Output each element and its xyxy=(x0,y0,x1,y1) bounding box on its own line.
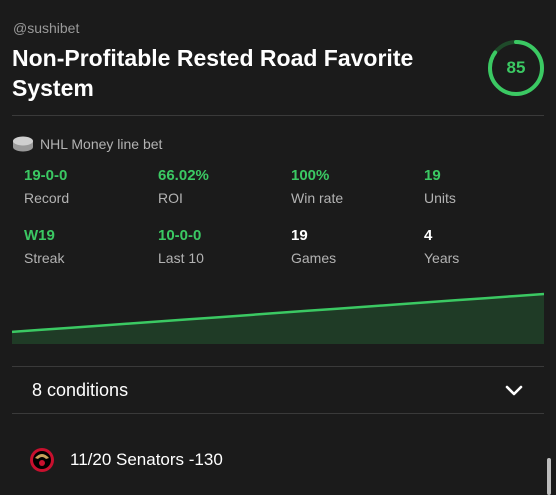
chevron-down-icon[interactable] xyxy=(502,378,526,402)
stat-years: 4 Years xyxy=(424,227,459,267)
stat-label: Units xyxy=(424,190,456,206)
score-badge: 85 xyxy=(486,38,546,98)
score-value: 85 xyxy=(506,58,526,77)
stat-record: 19-0-0 Record xyxy=(24,167,69,207)
bet-type-label: NHL Money line bet xyxy=(40,136,163,152)
stat-label: Record xyxy=(24,190,70,206)
stat-value: 19 xyxy=(424,167,441,184)
conditions-label: 8 conditions xyxy=(32,379,129,400)
stat-units: 19 Units xyxy=(424,167,456,207)
stat-label: Streak xyxy=(24,250,65,266)
stat-label: ROI xyxy=(158,190,183,206)
bet-type: NHL Money line bet xyxy=(12,133,162,155)
stat-label: Games xyxy=(291,250,337,266)
stat-last-10: 10-0-0 Last 10 xyxy=(158,227,204,267)
scrollbar[interactable] xyxy=(547,458,551,495)
stat-value: W19 xyxy=(24,227,55,244)
profit-chart xyxy=(12,292,544,344)
game-text: 11/20 Senators -130 xyxy=(70,450,223,469)
stat-value: 100% xyxy=(291,167,330,184)
stat-value: 19 xyxy=(291,227,308,244)
stat-label: Win rate xyxy=(291,190,344,206)
stat-value: 10-0-0 xyxy=(158,227,202,244)
stat-streak: W19 Streak xyxy=(24,227,64,267)
stat-label: Last 10 xyxy=(158,250,204,266)
stat-value: 4 xyxy=(424,227,433,244)
header-divider xyxy=(12,115,544,116)
author-handle[interactable]: @sushibet xyxy=(13,20,79,36)
stat-value: 66.02% xyxy=(158,167,209,184)
stat-games: 19 Games xyxy=(291,227,336,267)
stat-roi: 66.02% ROI xyxy=(158,167,209,207)
stat-label: Years xyxy=(424,250,460,266)
conditions-toggle[interactable]: 8 conditions xyxy=(12,366,544,414)
conditions-bottom-divider xyxy=(12,413,544,414)
chart-area xyxy=(12,294,544,344)
senators-logo xyxy=(30,448,54,472)
stat-win-rate: 100% Win rate xyxy=(291,167,343,207)
game-row[interactable]: 11/20 Senators -130 xyxy=(28,446,223,474)
stat-value: 19-0-0 xyxy=(24,167,68,184)
system-title: Non-Profitable Rested Road Favorite Syst… xyxy=(12,45,414,101)
hockey-puck-icon xyxy=(13,136,33,152)
